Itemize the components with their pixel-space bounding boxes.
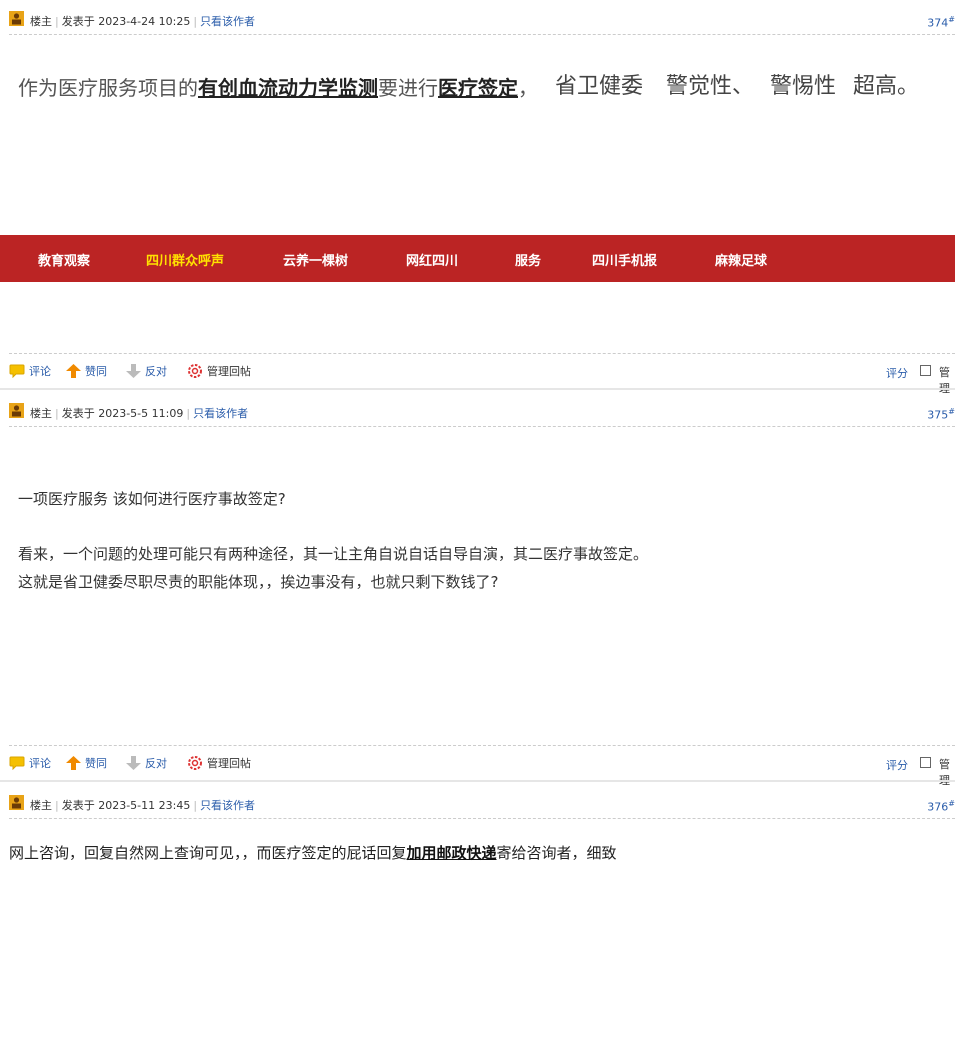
- divider: [9, 353, 955, 354]
- author-label: 楼主: [30, 15, 52, 28]
- post-action-bar: 评论 赞同 反对 管理回帖 评分 管理: [0, 356, 955, 395]
- user-badge-icon: [9, 11, 24, 26]
- like-button[interactable]: 赞同: [66, 755, 107, 771]
- manage-checkbox[interactable]: [920, 757, 931, 768]
- post-header-376: 楼主 | 发表于 2023-5-11 23:45 | 只看该作者 376#: [0, 792, 955, 818]
- nav-item-mobile-paper[interactable]: 四川手机报: [592, 250, 657, 269]
- manage-label: 管理: [939, 758, 950, 787]
- post-timestamp: 2023-4-24 10:25: [98, 15, 191, 28]
- post-line: 一项医疗服务 该如何进行医疗事故签定?: [18, 490, 286, 508]
- nav-item-public-voice[interactable]: 四川群众呼声: [146, 250, 224, 269]
- floor-number[interactable]: 374#: [927, 15, 955, 30]
- comment-button[interactable]: 评论: [9, 755, 51, 771]
- floor-number[interactable]: 375#: [927, 407, 955, 422]
- rate-link[interactable]: 评分: [886, 365, 908, 381]
- arrow-up-icon: [66, 756, 81, 770]
- oppose-button[interactable]: 反对: [126, 755, 167, 771]
- gear-icon: [188, 364, 202, 378]
- like-button[interactable]: 赞同: [66, 363, 107, 379]
- user-badge-icon: [9, 795, 24, 810]
- content-fragment: 警惕性: [770, 74, 837, 99]
- post-timestamp: 2023-5-11 23:45: [98, 799, 191, 812]
- rate-link[interactable]: 评分: [886, 757, 908, 773]
- nav-item-tree[interactable]: 云养一棵树: [283, 250, 348, 269]
- posted-prefix: 发表于: [61, 799, 95, 812]
- manage-reply-button[interactable]: 管理回帖: [187, 755, 251, 771]
- gear-icon: [188, 756, 202, 770]
- divider: [9, 34, 955, 35]
- content-fragment: 超高。: [853, 74, 920, 99]
- nav-item-service[interactable]: 服务: [515, 250, 541, 269]
- nav-item-influencer[interactable]: 网红四川: [406, 250, 458, 269]
- posted-prefix: 发表于: [61, 407, 95, 420]
- comment-button[interactable]: 评论: [9, 363, 51, 379]
- post-separator: [0, 388, 955, 390]
- divider: [9, 426, 955, 427]
- divider: [9, 745, 955, 746]
- only-author-link[interactable]: 只看该作者: [193, 407, 248, 420]
- only-author-link[interactable]: 只看该作者: [200, 15, 255, 28]
- manage-reply-button[interactable]: 管理回帖: [187, 363, 251, 379]
- comment-icon: [9, 364, 25, 378]
- author-label: 楼主: [30, 799, 52, 812]
- channel-nav-bar: 教育观察 四川群众呼声 云养一棵树 网红四川 服务 四川手机报 麻辣足球: [0, 235, 955, 282]
- post-content-376: 网上咨询，回复自然网上查询可见，，而医疗签定的屁话回复加用邮政快递寄给咨询者，细…: [9, 844, 617, 862]
- floor-number[interactable]: 376#: [927, 799, 955, 814]
- comment-icon: [9, 756, 25, 770]
- arrow-down-icon: [126, 756, 141, 770]
- manage-label: 管理: [939, 366, 950, 395]
- manage-checkbox[interactable]: [920, 365, 931, 376]
- post-separator: [0, 780, 955, 782]
- only-author-link[interactable]: 只看该作者: [200, 799, 255, 812]
- post-line: 看来，一个问题的处理可能只有两种途径，其一让主角自说自话自导自演，其二医疗事故签…: [18, 545, 649, 563]
- post-timestamp: 2023-5-5 11:09: [98, 407, 184, 420]
- content-fragment: 警觉性、: [666, 74, 755, 99]
- post-header-375: 楼主 | 发表于 2023-5-5 11:09 | 只看该作者 375#: [0, 400, 955, 426]
- content-fragment: 省卫健委: [555, 74, 644, 99]
- user-badge-icon: [9, 403, 24, 418]
- posted-prefix: 发表于: [61, 15, 95, 28]
- divider: [9, 818, 955, 819]
- post-header-374: 楼主 | 发表于 2023-4-24 10:25 | 只看该作者 374#: [0, 8, 955, 34]
- arrow-up-icon: [66, 364, 81, 378]
- post-line: 这就是省卫健委尽职尽责的职能体现，，挨边事没有，也就只剩下数钱了?: [18, 573, 499, 591]
- nav-item-football[interactable]: 麻辣足球: [715, 250, 767, 269]
- nav-item-education[interactable]: 教育观察: [38, 250, 90, 269]
- author-label: 楼主: [30, 407, 52, 420]
- post-action-bar: 评论 赞同 反对 管理回帖 评分 管理: [0, 748, 955, 787]
- arrow-down-icon: [126, 364, 141, 378]
- post-content-374: 作为医疗服务项目的有创血流动力学监测要进行医疗签定，: [18, 76, 538, 100]
- oppose-button[interactable]: 反对: [126, 363, 167, 379]
